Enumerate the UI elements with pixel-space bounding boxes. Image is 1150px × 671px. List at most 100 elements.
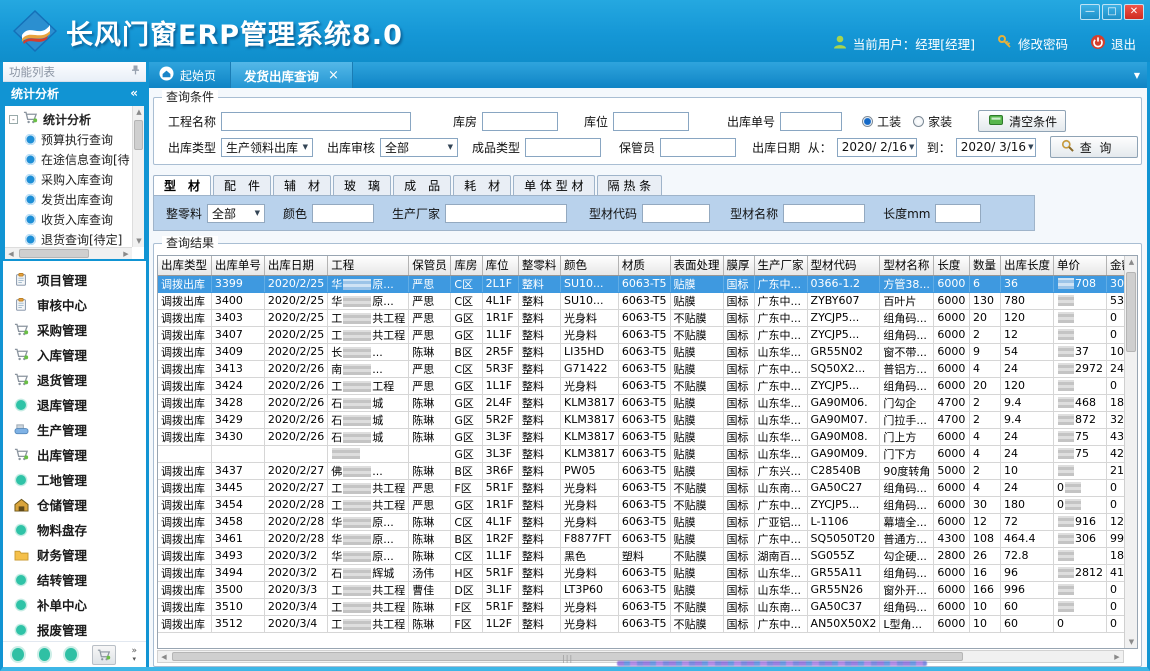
outbound-type-select[interactable]: 生产领料出库▼	[221, 138, 313, 157]
scroll-left-icon[interactable]: ◀	[158, 651, 170, 663]
table-row[interactable]: 调拨出库34282020/2/26石城陈琳G区2L4F整料KLM38176063…	[158, 394, 1137, 411]
sidebar-item-入库管理[interactable]: 入库管理	[3, 342, 146, 367]
table-row[interactable]: 调拨出库34092020/2/25长...陈琳B区2R5F整料LI35HD606…	[158, 343, 1137, 360]
keeper-input[interactable]	[660, 138, 736, 157]
minimize-button[interactable]: —	[1080, 4, 1100, 20]
outbound-audit-select[interactable]: 全部▼	[380, 138, 458, 157]
column-header[interactable]: 单价	[1053, 256, 1106, 275]
close-tab-icon[interactable]: ×	[328, 68, 339, 83]
clear-conditions-button[interactable]: 清空条件	[978, 110, 1066, 132]
scroll-right-icon[interactable]: ▶	[1111, 651, 1123, 663]
tree-horizontal-scrollbar[interactable]: ◀ ▶	[5, 247, 132, 259]
table-row[interactable]: 调拨出库34542020/2/28工共工程严思G区1R1F整料光身料6063-T…	[158, 496, 1137, 513]
scroll-up-icon[interactable]: ▲	[1125, 256, 1138, 268]
column-header[interactable]: 颜色	[561, 256, 619, 275]
table-vertical-scrollbar[interactable]: ▲ ▼	[1124, 256, 1137, 648]
column-header[interactable]: 出库单号	[211, 256, 264, 275]
column-header[interactable]: 库房	[451, 256, 482, 275]
date-to-select[interactable]: 2020/ 3/16▼	[956, 138, 1036, 157]
module-dot-icon[interactable]	[39, 648, 51, 661]
material-tab[interactable]: 成 品	[393, 175, 451, 195]
search-button[interactable]: 查 询	[1050, 136, 1138, 158]
sidebar-item-生产管理[interactable]: 生产管理	[3, 417, 146, 442]
sidebar-item-补单中心[interactable]: 补单中心	[3, 592, 146, 617]
material-tab[interactable]: 玻 璃	[333, 175, 391, 195]
table-row[interactable]: 调拨出库34932020/3/2华原...陈琳C区1L1F整料黑色塑料不贴膜国标…	[158, 547, 1137, 564]
tree-item[interactable]: 发货出库查询	[9, 189, 132, 209]
table-row[interactable]: 调拨出库34612020/2/28华原...陈琳B区1R2F整料F8877FT6…	[158, 530, 1137, 547]
scroll-right-icon[interactable]: ▶	[120, 248, 132, 260]
logout-button[interactable]: 退出	[1090, 34, 1136, 53]
column-header[interactable]: 整零料	[518, 256, 560, 275]
column-header[interactable]: 出库长度	[1000, 256, 1053, 275]
material-tab[interactable]: 辅 材	[273, 175, 331, 195]
more-modules-button[interactable]: »▾	[131, 647, 137, 663]
material-tab[interactable]: 隔 热 条	[597, 175, 663, 195]
sidebar-item-审核中心[interactable]: 审核中心	[3, 292, 146, 317]
section-header-statistics[interactable]: 统计分析 «	[3, 82, 146, 104]
tree-item[interactable]: 预算执行查询	[9, 129, 132, 149]
radio-gongzhuang[interactable]: 工装	[862, 113, 901, 130]
cart-module-button[interactable]	[92, 645, 116, 665]
scroll-down-icon[interactable]: ▼	[1125, 636, 1138, 648]
sidebar-item-项目管理[interactable]: 项目管理	[3, 267, 146, 292]
close-button[interactable]: ✕	[1124, 4, 1144, 20]
maker-input[interactable]	[445, 204, 567, 223]
module-dot-icon[interactable]	[12, 648, 24, 661]
table-row[interactable]: 调拨出库34452020/2/27工共工程严思F区5R1F整料光身料6063-T…	[158, 479, 1137, 496]
tab-shipping-outbound-query[interactable]: 发货出库查询 ×	[230, 62, 353, 88]
sidebar-item-结转管理[interactable]: 结转管理	[3, 567, 146, 592]
material-tab[interactable]: 型 材	[153, 175, 211, 195]
sidebar-item-财务管理[interactable]: 财务管理	[3, 542, 146, 567]
table-row[interactable]: 调拨出库34072020/2/25工共工程严思G区1L1F整料光身料6063-T…	[158, 326, 1137, 343]
radio-jiazhuang[interactable]: 家装	[913, 113, 952, 130]
column-header[interactable]: 库位	[482, 256, 518, 275]
module-dot-icon[interactable]	[65, 648, 77, 661]
column-header[interactable]: 材质	[618, 256, 670, 275]
sidebar-item-仓储管理[interactable]: 仓储管理	[3, 492, 146, 517]
tree-hscroll-thumb[interactable]	[19, 249, 89, 258]
scroll-left-icon[interactable]: ◀	[5, 248, 17, 260]
sidebar-item-工地管理[interactable]: 工地管理	[3, 467, 146, 492]
tree-item[interactable]: 采购入库查询	[9, 169, 132, 189]
location-input[interactable]	[613, 112, 689, 131]
tree-item[interactable]: 退货查询[待定]	[9, 229, 132, 247]
sidebar-item-报废管理[interactable]: 报废管理	[3, 617, 146, 641]
pin-icon[interactable]	[131, 65, 140, 78]
date-from-select[interactable]: 2020/ 2/16▼	[837, 138, 917, 157]
material-tab[interactable]: 配 件	[213, 175, 271, 195]
table-row[interactable]: 调拨出库35122020/3/4工共工程陈琳F区1L2F整料光身料6063-T5…	[158, 615, 1137, 632]
tab-list-caret-icon[interactable]: ▼	[1134, 71, 1147, 80]
table-row[interactable]: G区3L3F整料KLM38176063-T5贴膜国标山东华...GA90M09.…	[158, 445, 1137, 462]
tab-home[interactable]: 起始页	[149, 62, 230, 88]
color-input[interactable]	[312, 204, 374, 223]
tree-vscroll-thumb[interactable]	[134, 120, 143, 150]
column-header[interactable]: 生产厂家	[754, 256, 807, 275]
table-row[interactable]: 调拨出库34242020/2/26工工程严思G区1L1F整料光身料6063-T5…	[158, 377, 1137, 394]
column-header[interactable]: 出库类型	[158, 256, 211, 275]
sidebar-item-退库管理[interactable]: 退库管理	[3, 392, 146, 417]
table-row[interactable]: 调拨出库33992020/2/25华原...严思C区2L1F整料SU10...6…	[158, 275, 1137, 292]
column-header[interactable]: 长度	[934, 256, 970, 275]
profile-code-input[interactable]	[642, 204, 710, 223]
tree-item[interactable]: 收货入库查询	[9, 209, 132, 229]
product-type-input[interactable]	[525, 138, 601, 157]
tree-vertical-scrollbar[interactable]: ▲ ▼	[132, 106, 144, 247]
table-row[interactable]: 调拨出库34942020/3/2石辉城汤伟H区5R1F整料光身料6063-T5贴…	[158, 564, 1137, 581]
column-header[interactable]: 膜厚	[723, 256, 754, 275]
tree-expander-icon[interactable]: -	[9, 115, 18, 124]
maximize-button[interactable]: □	[1102, 4, 1122, 20]
sidebar-item-退货管理[interactable]: 退货管理	[3, 367, 146, 392]
scroll-up-icon[interactable]: ▲	[133, 106, 145, 118]
warehouse-input[interactable]	[482, 112, 558, 131]
column-header[interactable]: 保管员	[409, 256, 451, 275]
table-row[interactable]: 调拨出库34372020/2/27佛...陈琳B区3R6F整料PW056063-…	[158, 462, 1137, 479]
table-row[interactable]: 调拨出库35002020/3/3工共工程曹佳D区3L1F整料LT3P606063…	[158, 581, 1137, 598]
project-name-input[interactable]	[221, 112, 411, 131]
column-header[interactable]: 工程	[328, 256, 409, 275]
table-row[interactable]: 调拨出库34132020/2/26南...严思C区5R3F整料G71422606…	[158, 360, 1137, 377]
column-header[interactable]: 数量	[970, 256, 1001, 275]
tree-item[interactable]: 在途信息查询[待	[9, 149, 132, 169]
column-header[interactable]: 出库日期	[264, 256, 327, 275]
column-header[interactable]: 型材代码	[807, 256, 880, 275]
